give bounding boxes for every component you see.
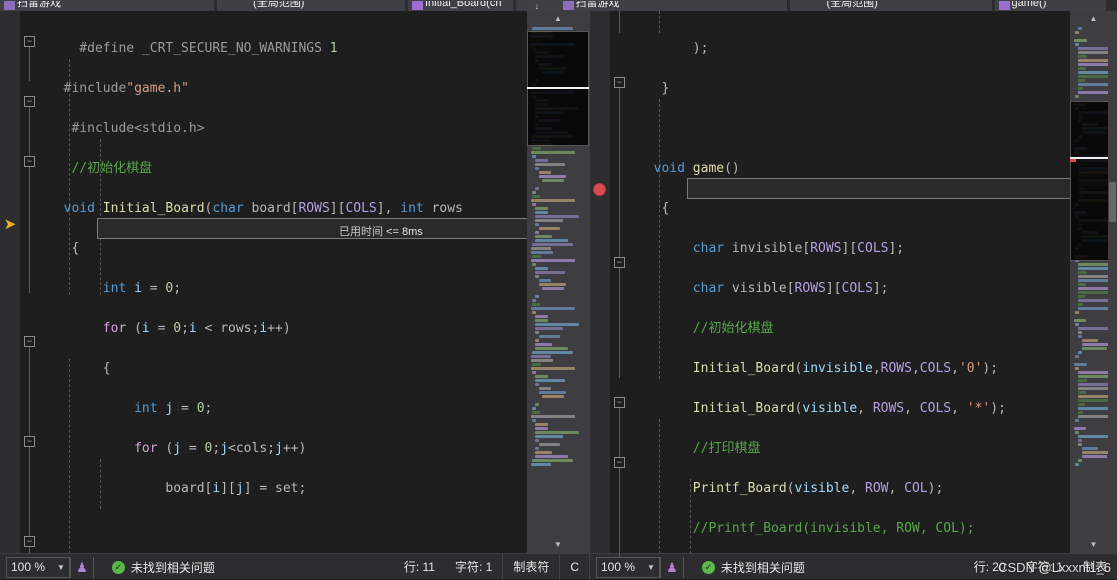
vertical-scrollbar-track[interactable] [1108,27,1117,537]
scroll-down-arrow-icon[interactable]: ▼ [1070,537,1117,553]
nav-project-label-left: 扫雷游戏 [17,0,61,9]
elapsed-time-hint: 已用时间 <= 8ms [339,223,423,239]
fold-toggle[interactable]: − [614,257,625,268]
fold-toggle[interactable]: − [614,457,625,468]
zoom-level-right: 100 % [601,560,641,574]
fold-toggle[interactable]: − [24,336,35,347]
check-circle-icon: ✓ [112,561,125,574]
fold-toggle[interactable]: − [24,536,35,547]
zoom-selector-right[interactable]: 100 % ▼ [596,557,660,578]
editor-left-body: ➤ − − − − − − [0,11,589,553]
elapsed-time-value: <= 8ms [386,226,423,238]
nav-scope-selector-right[interactable]: (全局范围) [790,0,991,11]
check-circle-icon: ✓ [702,561,715,574]
status-message-right: 未找到相关问题 [721,559,805,576]
nav-scope-label-left: (全局范围) [253,0,304,9]
method-icon [412,1,423,10]
project-icon [563,1,574,10]
scrollbar-minimap-left[interactable]: ▲ ▼ [527,11,589,553]
code-block-right: ); } void game() { char invisible[ROWS][… [638,19,1022,553]
persona-icon[interactable]: ♟ [660,557,684,578]
nav-member-selector-left[interactable]: Initial_Board(ch [408,0,513,11]
yellow-arrow-icon[interactable]: ➤ [2,217,18,233]
status-tab-right: 制表 [1073,554,1117,580]
nav-member-selector-right[interactable]: game() [995,0,1107,11]
persona-icon[interactable]: ♟ [70,557,94,578]
navigation-bar: 扫雷游戏 (全局范围) Initial_Board(ch ↓ 扫雷游戏 (全局范… [0,0,1117,11]
minimap-caret-line [527,87,589,89]
fold-toggle[interactable]: − [24,96,35,107]
zoom-selector-left[interactable]: 100 % ▼ [6,557,70,578]
nav-member-label-left: Initial_Board(ch [425,0,501,9]
status-message-left: 未找到相关问题 [131,559,215,576]
minimap-breakpoint-marker [1070,159,1076,162]
status-char-right: 字符: 1 [1016,554,1073,580]
code-text-left[interactable]: #define _CRT_SECURE_NO_WARNINGS 1 #inclu… [42,11,527,553]
method-icon [999,1,1010,10]
nav-scope-selector-left[interactable]: (全局范围) [217,0,405,11]
nav-project-label-right: 扫雷游戏 [576,0,620,9]
code-block-left: #define _CRT_SECURE_NO_WARNINGS 1 #inclu… [48,19,463,553]
scroll-up-arrow-icon[interactable]: ▲ [527,11,589,27]
fold-toggle[interactable]: − [24,36,35,47]
status-tab-left: 制表符 [502,554,559,580]
editor-pane-right: − − − − ); } void game() { char invis [590,11,1117,553]
breakpoint-dot-icon[interactable] [592,181,608,197]
editor-pane-left: ➤ − − − − − − [0,11,590,553]
gutter-left[interactable]: ➤ [0,11,20,553]
nav-scope-label-right: (全局范围) [826,0,877,9]
fold-toggle[interactable]: − [24,436,35,447]
fold-toggle[interactable]: − [614,397,625,408]
fold-toggle[interactable]: − [24,156,35,167]
status-char-left: 字符: 1 [445,554,502,580]
vertical-scrollbar-thumb[interactable] [1109,182,1116,222]
chevron-down-icon[interactable]: ▼ [57,563,65,572]
zoom-level-left: 100 % [11,560,51,574]
status-bar-right: 100 % ▼ ♟ ✓ 未找到相关问题 行: 20 字符: 1 制表 [590,554,1117,580]
visual-studio-window: 扫雷游戏 (全局范围) Initial_Board(ch ↓ 扫雷游戏 (全局范… [0,0,1117,579]
nav-right-group: 扫雷游戏 (全局范围) game() [559,0,1117,11]
fold-column-left[interactable]: − − − − − − [20,11,42,553]
fold-toggle[interactable]: − [614,77,625,88]
status-encoding-left: C [559,554,589,580]
elapsed-time-label: 已用时间 [339,226,383,238]
nav-project-selector-right[interactable]: 扫雷游戏 [559,0,788,11]
scroll-up-arrow-icon[interactable]: ▲ [1070,11,1117,27]
status-bar-left: 100 % ▼ ♟ ✓ 未找到相关问题 行: 11 字符: 1 制表符 C [0,554,590,580]
editor-split-container: ➤ − − − − − − [0,11,1117,553]
chevron-down-icon[interactable]: ▼ [647,563,655,572]
gutter-right[interactable] [590,11,610,553]
nav-project-selector-left[interactable]: 扫雷游戏 [0,0,214,11]
project-icon [4,1,15,10]
code-text-right[interactable]: ); } void game() { char invisible[ROWS][… [632,11,1070,553]
nav-split-down-icon[interactable]: ↓ [516,0,559,11]
nav-left-group: 扫雷游戏 (全局范围) Initial_Board(ch ↓ [0,0,559,11]
status-line-left: 行: 11 [394,554,445,580]
scroll-down-arrow-icon[interactable]: ▼ [527,537,589,553]
scrollbar-minimap-right[interactable]: ▲ ▼ [1070,11,1117,553]
status-line-right: 行: 20 [964,554,1016,580]
status-bar: 100 % ▼ ♟ ✓ 未找到相关问题 行: 11 字符: 1 制表符 C 10… [0,553,1117,579]
fold-column-right[interactable]: − − − − [610,11,632,553]
editor-right-body: − − − − ); } void game() { char invis [590,11,1117,553]
nav-member-label-right: game() [1012,0,1047,9]
